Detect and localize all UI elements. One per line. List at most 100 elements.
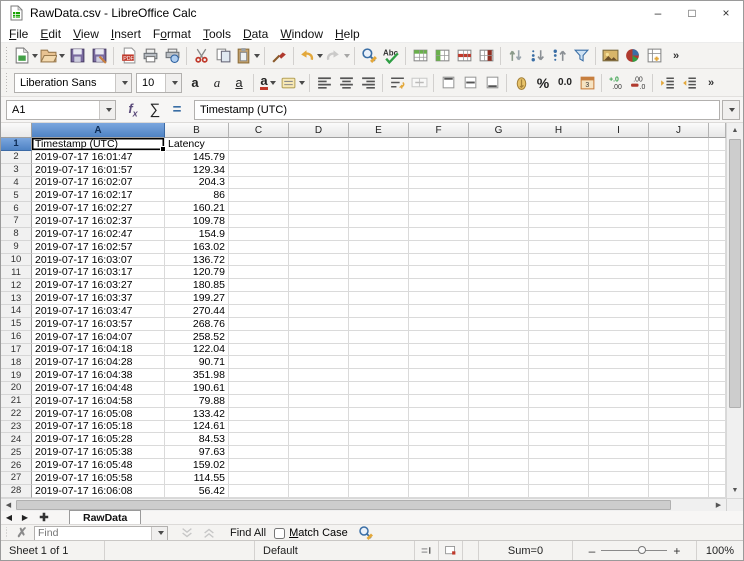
cell-B21[interactable]: 79.88 bbox=[165, 395, 229, 408]
overflow-icon[interactable]: » bbox=[665, 45, 687, 67]
cell-H19[interactable] bbox=[529, 369, 589, 382]
find-input[interactable] bbox=[35, 527, 151, 539]
format-number-icon[interactable]: 0.0 bbox=[554, 72, 576, 94]
cell-G11[interactable] bbox=[469, 266, 529, 279]
row-header-18[interactable]: 18 bbox=[1, 356, 32, 369]
menu-tools[interactable]: Tools bbox=[197, 26, 237, 42]
cell-H21[interactable] bbox=[529, 395, 589, 408]
scroll-left-icon[interactable]: ◀ bbox=[1, 499, 16, 511]
minimize-icon[interactable]: – bbox=[641, 1, 675, 25]
cell-D6[interactable] bbox=[289, 202, 349, 215]
cell-I3[interactable] bbox=[589, 164, 649, 177]
find-next-icon[interactable] bbox=[176, 526, 198, 541]
cell-A5[interactable]: 2019-07-17 16:02:17 bbox=[32, 189, 165, 202]
toolbar-grip[interactable] bbox=[4, 527, 9, 538]
cell-F25[interactable] bbox=[409, 446, 469, 459]
row-header-22[interactable]: 22 bbox=[1, 408, 32, 421]
row-header-4[interactable]: 4 bbox=[1, 177, 32, 190]
column-header-a[interactable]: A bbox=[32, 123, 165, 138]
column-header-h[interactable]: H bbox=[529, 123, 589, 138]
cell-A12[interactable]: 2019-07-17 16:03:27 bbox=[32, 279, 165, 292]
cell-G25[interactable] bbox=[469, 446, 529, 459]
autofilter-icon[interactable] bbox=[570, 45, 592, 67]
column-header-b[interactable]: B bbox=[165, 123, 229, 138]
cell-I6[interactable] bbox=[589, 202, 649, 215]
cell-I17[interactable] bbox=[589, 344, 649, 357]
cell-G22[interactable] bbox=[469, 408, 529, 421]
cell-D12[interactable] bbox=[289, 279, 349, 292]
row-header-19[interactable]: 19 bbox=[1, 369, 32, 382]
column-header-e[interactable]: E bbox=[349, 123, 409, 138]
row-header-11[interactable]: 11 bbox=[1, 266, 32, 279]
cell-I21[interactable] bbox=[589, 395, 649, 408]
cell-H7[interactable] bbox=[529, 215, 589, 228]
cell-G28[interactable] bbox=[469, 485, 529, 498]
cell-J5[interactable] bbox=[649, 189, 709, 202]
cell-D27[interactable] bbox=[289, 472, 349, 485]
cell-J3[interactable] bbox=[649, 164, 709, 177]
row-header-2[interactable]: 2 bbox=[1, 151, 32, 164]
cell-C18[interactable] bbox=[229, 356, 289, 369]
cell-J8[interactable] bbox=[649, 228, 709, 241]
cell-D19[interactable] bbox=[289, 369, 349, 382]
font-size-dropdown-icon[interactable] bbox=[165, 74, 181, 92]
cell-D7[interactable] bbox=[289, 215, 349, 228]
cell-I9[interactable] bbox=[589, 241, 649, 254]
menu-edit[interactable]: Edit bbox=[34, 26, 67, 42]
cell-A27[interactable]: 2019-07-17 16:05:58 bbox=[32, 472, 165, 485]
save-as-icon[interactable] bbox=[88, 45, 110, 67]
find-input-combo[interactable] bbox=[34, 526, 168, 541]
vertical-scroll-thumb[interactable] bbox=[729, 139, 741, 408]
font-size-combo[interactable]: 10 bbox=[136, 73, 182, 93]
row-header-25[interactable]: 25 bbox=[1, 446, 32, 459]
cell-I24[interactable] bbox=[589, 433, 649, 446]
page-style[interactable]: Default bbox=[255, 541, 415, 560]
cell-B22[interactable]: 133.42 bbox=[165, 408, 229, 421]
cell-C24[interactable] bbox=[229, 433, 289, 446]
cell-H16[interactable] bbox=[529, 331, 589, 344]
cell-H26[interactable] bbox=[529, 459, 589, 472]
cell-I4[interactable] bbox=[589, 177, 649, 190]
cell-F1[interactable] bbox=[409, 138, 469, 151]
paste-icon[interactable] bbox=[234, 45, 261, 67]
menu-data[interactable]: Data bbox=[237, 26, 274, 42]
cell-A6[interactable]: 2019-07-17 16:02:27 bbox=[32, 202, 165, 215]
cell-F15[interactable] bbox=[409, 318, 469, 331]
cell-F7[interactable] bbox=[409, 215, 469, 228]
next-sheet-icon[interactable]: ▶ bbox=[17, 511, 33, 524]
cell-E2[interactable] bbox=[349, 151, 409, 164]
cell-H6[interactable] bbox=[529, 202, 589, 215]
close-icon[interactable]: × bbox=[709, 1, 743, 25]
cell-A7[interactable]: 2019-07-17 16:02:37 bbox=[32, 215, 165, 228]
cell-B9[interactable]: 163.02 bbox=[165, 241, 229, 254]
cell-G8[interactable] bbox=[469, 228, 529, 241]
cell-B27[interactable]: 114.55 bbox=[165, 472, 229, 485]
cell-I15[interactable] bbox=[589, 318, 649, 331]
center-vertically-icon[interactable] bbox=[459, 72, 481, 94]
cell-J25[interactable] bbox=[649, 446, 709, 459]
zoom-out-icon[interactable]: – bbox=[589, 544, 596, 558]
merge-cells-icon[interactable] bbox=[408, 72, 430, 94]
align-top-icon[interactable] bbox=[437, 72, 459, 94]
vertical-scroll-track[interactable] bbox=[727, 138, 743, 483]
cell-I25[interactable] bbox=[589, 446, 649, 459]
cell-I14[interactable] bbox=[589, 305, 649, 318]
cell-H27[interactable] bbox=[529, 472, 589, 485]
format-date-icon[interactable]: 3 bbox=[576, 72, 598, 94]
zoom-slider[interactable]: – + bbox=[573, 541, 697, 560]
row-header-20[interactable]: 20 bbox=[1, 382, 32, 395]
select-all-corner[interactable] bbox=[1, 123, 32, 138]
cell-D9[interactable] bbox=[289, 241, 349, 254]
cell-B25[interactable]: 97.63 bbox=[165, 446, 229, 459]
scroll-up-icon[interactable]: ▲ bbox=[727, 123, 743, 138]
delete-decimal-icon[interactable]: .00.0 bbox=[627, 72, 649, 94]
cell-I20[interactable] bbox=[589, 382, 649, 395]
cell-H20[interactable] bbox=[529, 382, 589, 395]
cell-J16[interactable] bbox=[649, 331, 709, 344]
cell-D14[interactable] bbox=[289, 305, 349, 318]
cell-F16[interactable] bbox=[409, 331, 469, 344]
delete-row-icon[interactable] bbox=[453, 45, 475, 67]
cell-G23[interactable] bbox=[469, 421, 529, 434]
cell-J21[interactable] bbox=[649, 395, 709, 408]
cell-D10[interactable] bbox=[289, 254, 349, 267]
